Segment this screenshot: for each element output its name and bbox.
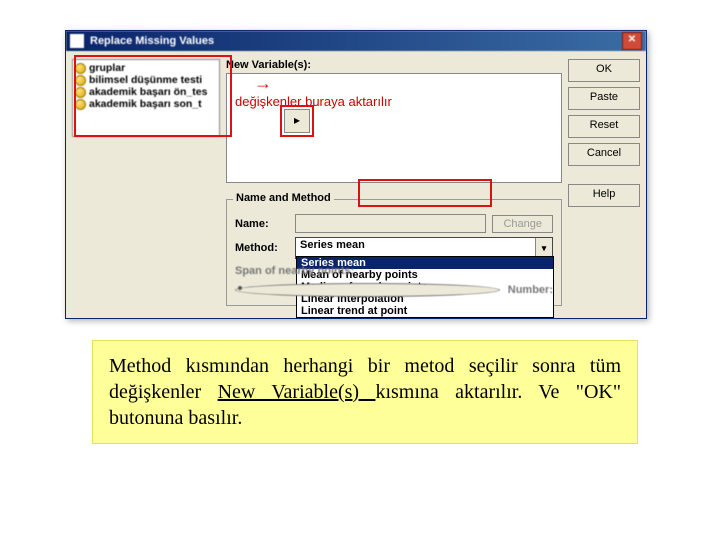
reset-button[interactable]: Reset (568, 115, 640, 138)
paste-button[interactable]: Paste (568, 87, 640, 110)
titlebar[interactable]: Replace Missing Values ✕ (66, 31, 646, 51)
help-button[interactable]: Help (568, 184, 640, 207)
scale-icon (75, 63, 86, 74)
scale-icon (75, 87, 86, 98)
number-radio[interactable] (235, 283, 500, 297)
source-variable-list[interactable]: gruplar bilimsel düşünme testi akademik … (72, 59, 220, 137)
list-item[interactable]: akademik başarı ön_tes (75, 86, 217, 98)
explanation-note: Method kısmından herhangi bir metod seçi… (92, 340, 638, 444)
chevron-down-icon[interactable] (535, 238, 552, 258)
transfer-button[interactable]: ▸ (284, 109, 310, 133)
name-field[interactable] (295, 214, 486, 233)
method-select[interactable]: Series mean Series mean Mean of nearby p… (295, 237, 553, 259)
change-button[interactable]: Change (492, 215, 553, 233)
list-item[interactable]: akademik başarı son_t (75, 98, 217, 110)
name-and-method-group: Name and Method Name: Change Method: Ser… (226, 199, 562, 306)
scale-icon (75, 75, 86, 86)
list-item[interactable]: gruplar (75, 62, 217, 74)
replace-missing-values-dialog: Replace Missing Values ✕ gruplar bilimse… (65, 30, 647, 319)
cancel-button[interactable]: Cancel (568, 143, 640, 166)
window-title: Replace Missing Values (90, 35, 214, 47)
ok-button[interactable]: OK (568, 59, 640, 82)
name-label: Name: (235, 218, 289, 230)
method-label: Method: (235, 242, 289, 254)
scale-icon (75, 99, 86, 110)
number-label: Number: (508, 284, 553, 296)
new-variables-list[interactable]: değişkenler buraya aktarılır (226, 73, 562, 183)
annotation-hint: değişkenler buraya aktarılır (235, 94, 392, 109)
close-icon[interactable]: ✕ (622, 32, 642, 50)
app-icon (70, 34, 84, 48)
span-label: Span of nearby points: (235, 265, 354, 277)
group-legend: Name and Method (233, 192, 334, 204)
dropdown-option[interactable]: Linear trend at point (297, 305, 553, 317)
list-item[interactable]: bilimsel düşünme testi (75, 74, 217, 86)
new-variables-label: New Variable(s): (226, 59, 562, 71)
